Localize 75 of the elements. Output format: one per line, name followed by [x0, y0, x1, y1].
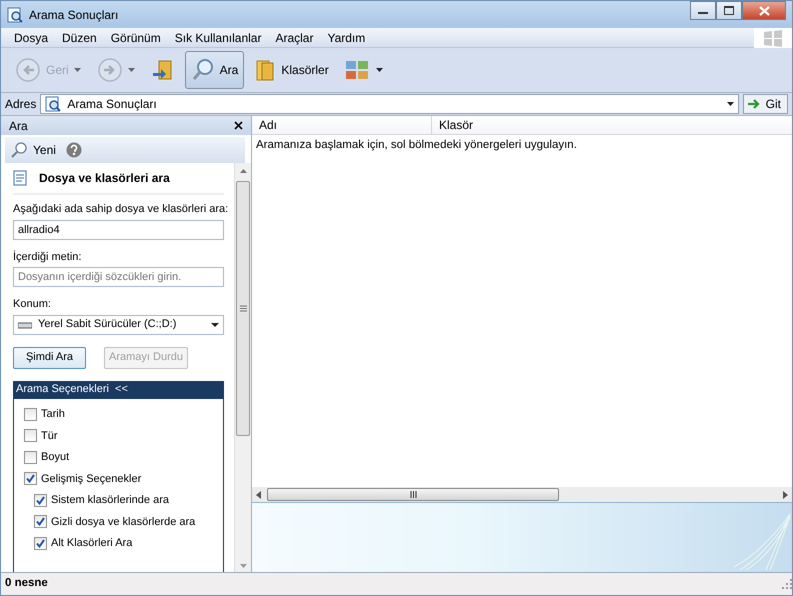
close-button[interactable] [742, 1, 786, 20]
minimize-button[interactable] [690, 1, 716, 20]
location-dropdown[interactable]: Yerel Sabit Sürücüler (C:;D:) [13, 314, 224, 334]
scroll-left-icon [256, 490, 261, 498]
window-title: Arama Sonuçları [29, 6, 118, 24]
close-icon [758, 6, 770, 16]
option-checkbox[interactable]: Tarih [24, 404, 213, 425]
close-icon[interactable] [234, 121, 243, 130]
windows-logo-icon [762, 28, 784, 46]
field-label: Konum: [13, 297, 52, 312]
menu-item[interactable]: Dosya [7, 28, 56, 46]
check-icon [36, 538, 45, 548]
scroll-grip-icon [240, 305, 246, 312]
vertical-scrollbar[interactable] [234, 163, 251, 572]
folders-button[interactable]: Klasörler [248, 51, 335, 89]
pane-title: Ara [9, 118, 28, 134]
views-icon [344, 59, 371, 81]
checkbox[interactable] [24, 472, 37, 486]
dropdown-caret-icon [726, 102, 734, 106]
checkbox[interactable] [24, 429, 37, 442]
scroll-down-icon [240, 564, 246, 568]
new-search-button[interactable]: Yeni [11, 141, 56, 159]
checkbox[interactable] [34, 536, 47, 550]
scroll-up-icon [240, 169, 246, 173]
checkbox[interactable] [24, 450, 37, 464]
scroll-right-icon [783, 490, 788, 498]
search-icon [190, 58, 215, 82]
folder-icon [254, 58, 276, 82]
option-checkbox[interactable]: Boyut [24, 446, 213, 468]
section-heading: Dosya ve klasörleri ara [39, 170, 170, 187]
field-label: İçerdiği metin: [13, 250, 82, 264]
dropdown-caret-icon [74, 68, 81, 72]
search-folder-icon [45, 96, 62, 112]
horizontal-scrollbar[interactable] [252, 487, 792, 502]
resize-grip-icon [782, 579, 792, 589]
document-search-icon [13, 170, 27, 186]
option-checkbox[interactable]: Gizli dosya ve klasörlerde ara [24, 511, 213, 532]
file-name-field[interactable]: allradio4 [13, 220, 224, 240]
search-button[interactable]: Ara [184, 51, 244, 89]
checkbox[interactable] [34, 515, 47, 528]
check-icon [26, 474, 35, 484]
dropdown-caret-icon [376, 68, 383, 72]
address-label: Adres [5, 96, 36, 113]
column-header[interactable]: Klasör [432, 116, 792, 134]
go-arrow-icon [746, 98, 761, 110]
menu-item[interactable]: Sık Kullanılanlar [168, 28, 268, 46]
menu-item[interactable]: Araçlar [268, 28, 320, 46]
go-button[interactable]: Git [742, 94, 788, 114]
search-window-icon [7, 6, 23, 22]
dropdown-caret-icon [211, 322, 219, 326]
scroll-grip-icon [410, 491, 416, 498]
option-checkbox[interactable]: Alt Klasörleri Ara [24, 532, 213, 554]
menu-item[interactable]: Görünüm [104, 28, 168, 46]
help-icon[interactable] [66, 142, 82, 158]
content-text-field[interactable]: Dosyanın içerdiği sözcükleri girin. [13, 267, 224, 287]
address-field[interactable]: Arama Sonuçları [40, 94, 739, 114]
menu-item[interactable]: Düzen [55, 28, 104, 46]
drive-icon [18, 320, 32, 328]
check-icon [36, 517, 45, 526]
checkbox[interactable] [34, 494, 47, 507]
dropdown-caret-icon [128, 68, 135, 72]
results-message: Aramanıza başlamak için, sol bölmedeki yönergeleri uygulayın. [255, 138, 578, 153]
column-header[interactable]: Adı [252, 116, 432, 134]
option-checkbox[interactable]: Tür [24, 425, 213, 446]
search-icon [11, 142, 27, 158]
maximize-button[interactable] [716, 1, 742, 20]
status-text: 0 nesne [5, 576, 48, 592]
maximize-icon [724, 6, 734, 15]
option-checkbox[interactable]: Sistem klasörlerinde ara [24, 490, 213, 511]
option-checkbox[interactable]: Gelişmiş Seçenekler [24, 468, 213, 490]
menu-item[interactable]: Yardım [320, 28, 372, 46]
check-icon [36, 496, 45, 505]
search-now-button[interactable]: Şimdi Ara [13, 346, 86, 368]
options-header[interactable]: Arama Seçenekleri << [13, 380, 224, 398]
checkbox[interactable] [24, 408, 37, 421]
